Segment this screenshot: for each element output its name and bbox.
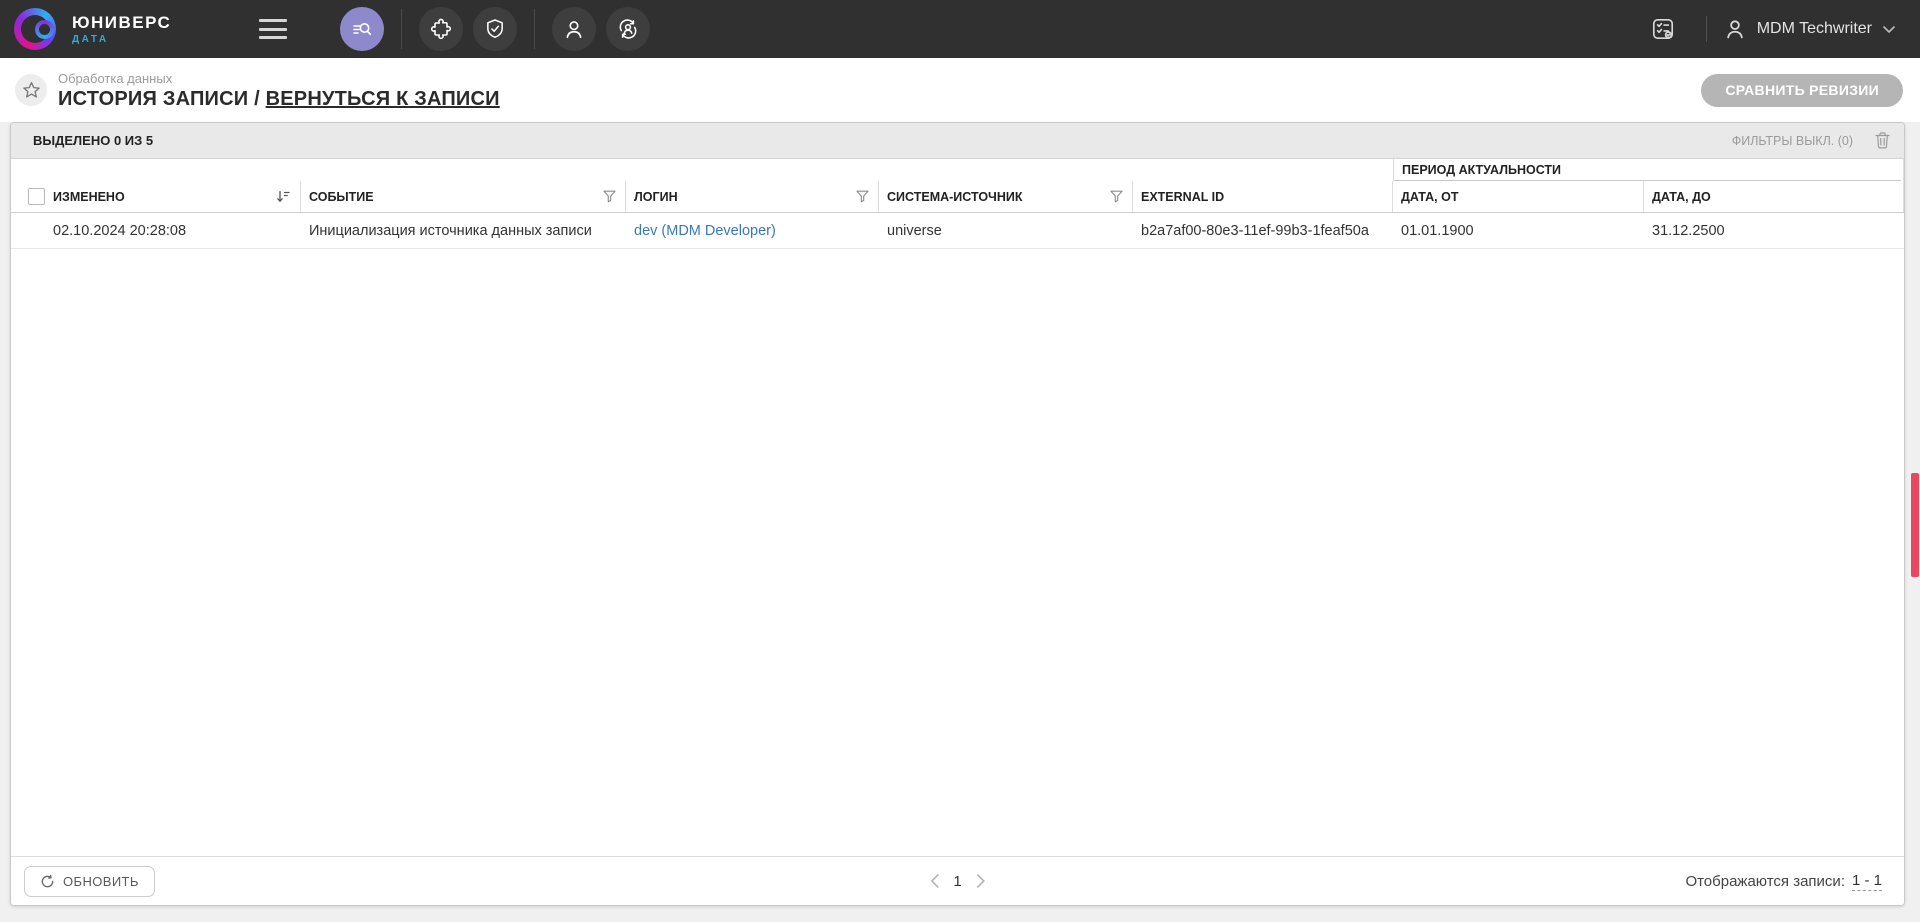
table-header-row: ИЗМЕНЕНО СОБЫТИЕ ЛОГИН СИСТЕМА-ИСТОЧНИК: [11, 181, 1904, 213]
table-empty-space: [11, 249, 1904, 856]
row-checkbox-cell: [11, 213, 45, 248]
cell-source-system: universe: [879, 213, 1133, 248]
panel-footer: ОБНОВИТЬ 1 Отображаются записи: 1 - 1: [11, 856, 1904, 905]
select-all-checkbox[interactable]: [28, 188, 45, 205]
plugins-button[interactable]: [419, 7, 463, 51]
breadcrumb-section: Обработка данных: [58, 72, 500, 85]
cell-modified: 02.10.2024 20:28:08: [45, 213, 301, 248]
menu-hamburger-icon[interactable]: [259, 19, 287, 39]
topbar-nav: [335, 7, 655, 51]
history-panel: ВЫДЕЛЕНО 0 ИЗ 5 ФИЛЬТРЫ ВЫКЛ. (0) ПЕРИОД…: [10, 122, 1905, 906]
favorite-button[interactable]: [15, 74, 47, 106]
person-icon: [563, 18, 585, 40]
user-profile-button[interactable]: [552, 7, 596, 51]
brand[interactable]: ЮНИВЕРС ДАТА: [14, 6, 224, 52]
scrollbar-track[interactable]: [1910, 122, 1920, 906]
column-header-date-from[interactable]: ДАТА, ОТ: [1393, 181, 1644, 212]
page-number[interactable]: 1: [953, 873, 961, 890]
next-page-icon[interactable]: [976, 873, 986, 889]
records-range[interactable]: 1 - 1: [1852, 872, 1882, 891]
chevron-down-icon: [1882, 25, 1896, 34]
shield-check-icon: [484, 18, 506, 40]
puzzle-icon: [430, 18, 452, 40]
select-all-cell: [11, 181, 45, 212]
column-header-login[interactable]: ЛОГИН: [626, 181, 879, 212]
person-sync-icon: [617, 18, 639, 40]
brand-title: ЮНИВЕРС: [72, 14, 171, 31]
cell-login: dev (MDM Developer): [626, 213, 879, 248]
page-title: ИСТОРИЯ ЗАПИСИ: [58, 88, 248, 110]
selection-count: ВЫДЕЛЕНО 0 ИЗ 5: [33, 133, 153, 148]
refresh-icon: [40, 874, 55, 889]
univers-logo-icon: [14, 6, 60, 52]
prev-page-icon[interactable]: [929, 873, 939, 889]
column-header-event[interactable]: СОБЫТИЕ: [301, 181, 626, 212]
table-group-header-row: ПЕРИОД АКТУАЛЬНОСТИ: [11, 159, 1904, 181]
column-header-date-to[interactable]: ДАТА, ДО: [1644, 181, 1904, 212]
breadcrumb: Обработка данных ИСТОРИЯ ЗАПИСИ / ВЕРНУТ…: [58, 72, 500, 109]
refresh-button[interactable]: ОБНОВИТЬ: [24, 866, 155, 897]
login-link[interactable]: dev (MDM Developer): [634, 223, 776, 239]
trash-icon[interactable]: [1875, 132, 1890, 149]
pagination: 1: [929, 873, 985, 890]
column-header-external-id[interactable]: EXTERNAL ID: [1133, 181, 1393, 212]
back-to-record-link[interactable]: ВЕРНУТЬСЯ К ЗАПИСИ: [266, 88, 500, 110]
user-avatar-icon: [1723, 17, 1747, 41]
brand-subtitle: ДАТА: [72, 35, 171, 45]
filter-icon[interactable]: [603, 190, 616, 203]
sort-desc-icon[interactable]: [275, 189, 291, 204]
page-header: Обработка данных ИСТОРИЯ ЗАПИСИ / ВЕРНУТ…: [0, 58, 1920, 122]
cell-event: Инициализация источника данных записи: [301, 213, 626, 248]
filter-icon[interactable]: [1110, 190, 1123, 203]
topbar: ЮНИВЕРС ДАТА: [0, 0, 1920, 58]
record-search-button[interactable]: [340, 7, 384, 51]
user-sync-button[interactable]: [606, 7, 650, 51]
scrollbar-thumb[interactable]: [1911, 473, 1919, 577]
table-row[interactable]: 02.10.2024 20:28:08 Инициализация источн…: [11, 213, 1904, 249]
filter-icon[interactable]: [856, 190, 869, 203]
tasks-button[interactable]: [1641, 7, 1685, 51]
cell-external-id: b2a7af00-80e3-11ef-99b3-1feaf50a: [1133, 213, 1393, 248]
selection-toolbar: ВЫДЕЛЕНО 0 ИЗ 5 ФИЛЬТРЫ ВЫКЛ. (0): [11, 123, 1904, 159]
records-info: Отображаются записи: 1 - 1: [1685, 872, 1882, 891]
column-header-modified[interactable]: ИЗМЕНЕНО: [45, 181, 301, 212]
group-header-period: ПЕРИОД АКТУАЛЬНОСТИ: [1394, 163, 1901, 181]
breadcrumb-separator: /: [248, 88, 265, 110]
column-header-source-system[interactable]: СИСТЕМА-ИСТОЧНИК: [879, 181, 1133, 212]
user-menu[interactable]: MDM Techwriter: [1723, 17, 1896, 41]
cell-date-to: 31.12.2500: [1644, 213, 1904, 248]
topbar-divider: [1706, 16, 1707, 42]
security-button[interactable]: [473, 7, 517, 51]
topbar-divider: [401, 9, 402, 49]
topbar-divider: [534, 9, 535, 49]
records-label: Отображаются записи:: [1685, 873, 1845, 890]
compare-revisions-button[interactable]: СРАВНИТЬ РЕВИЗИИ: [1701, 74, 1903, 107]
filters-status[interactable]: ФИЛЬТРЫ ВЫКЛ. (0): [1732, 134, 1853, 148]
cell-date-from: 01.01.1900: [1393, 213, 1644, 248]
star-icon: [22, 81, 41, 100]
user-name: MDM Techwriter: [1757, 20, 1872, 38]
task-list-icon: [1650, 16, 1676, 42]
topbar-right: MDM Techwriter: [1636, 7, 1896, 51]
record-search-icon: [351, 18, 373, 40]
